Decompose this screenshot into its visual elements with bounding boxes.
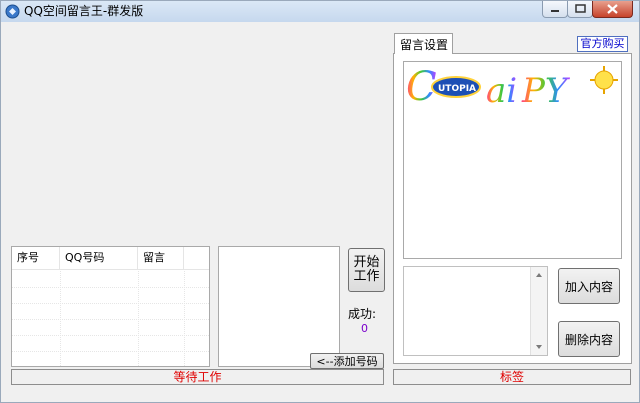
grid-line [12,335,209,336]
minimize-icon [551,10,559,12]
scroll-down-icon[interactable] [531,340,547,354]
status-bar-right: 标签 [393,369,631,385]
success-count: 0 [361,322,368,335]
column-header-index[interactable]: 序号 [12,247,60,269]
grid-line [12,303,209,304]
minimize-button[interactable] [542,1,568,18]
app-icon [5,4,20,19]
close-icon [607,4,618,14]
column-header-message[interactable]: 留言 [138,247,184,269]
grid-line [12,287,209,288]
main-window: QQ空间留言王-群发版 序号 QQ号码 留言 开始 工作 成功: 0 <--添加… [0,0,640,403]
column-header-qq[interactable]: QQ号码 [60,247,138,269]
delete-content-button[interactable]: 删除内容 [558,321,620,357]
scroll-up-icon[interactable] [531,268,547,282]
qq-list[interactable]: 序号 QQ号码 留言 [11,246,210,367]
svg-text:PY: PY [521,71,571,110]
content-display[interactable]: C UTOPIA ai PY [403,61,622,259]
list-header: 序号 QQ号码 留言 [12,247,209,270]
status-bar-left: 等待工作 [11,369,384,385]
grid-line [12,351,209,352]
content-input[interactable] [403,266,548,356]
tab-panel: C UTOPIA ai PY 加入内容 删除内容 [393,53,632,364]
scrollbar[interactable] [530,267,547,355]
grid-line [12,319,209,320]
column-header-spacer [184,247,209,269]
success-label: 成功: [348,307,377,321]
message-textbox[interactable] [218,246,340,367]
start-work-button[interactable]: 开始 工作 [348,248,385,292]
logo-image: C UTOPIA ai PY [406,64,618,110]
svg-text:ai: ai [486,71,517,110]
maximize-icon [575,4,586,13]
buy-link[interactable]: 官方购买 [577,36,628,52]
close-button[interactable] [592,1,633,18]
title-bar[interactable]: QQ空间留言王-群发版 [1,1,639,22]
window-title: QQ空间留言王-群发版 [24,4,144,18]
tab-message-settings[interactable]: 留言设置 [394,33,453,54]
add-content-button[interactable]: 加入内容 [558,268,620,304]
maximize-button[interactable] [567,1,593,18]
add-numbers-button[interactable]: <--添加号码 [310,353,384,369]
tab-label: 留言设置 [400,38,449,52]
svg-text:UTOPIA: UTOPIA [438,84,476,94]
